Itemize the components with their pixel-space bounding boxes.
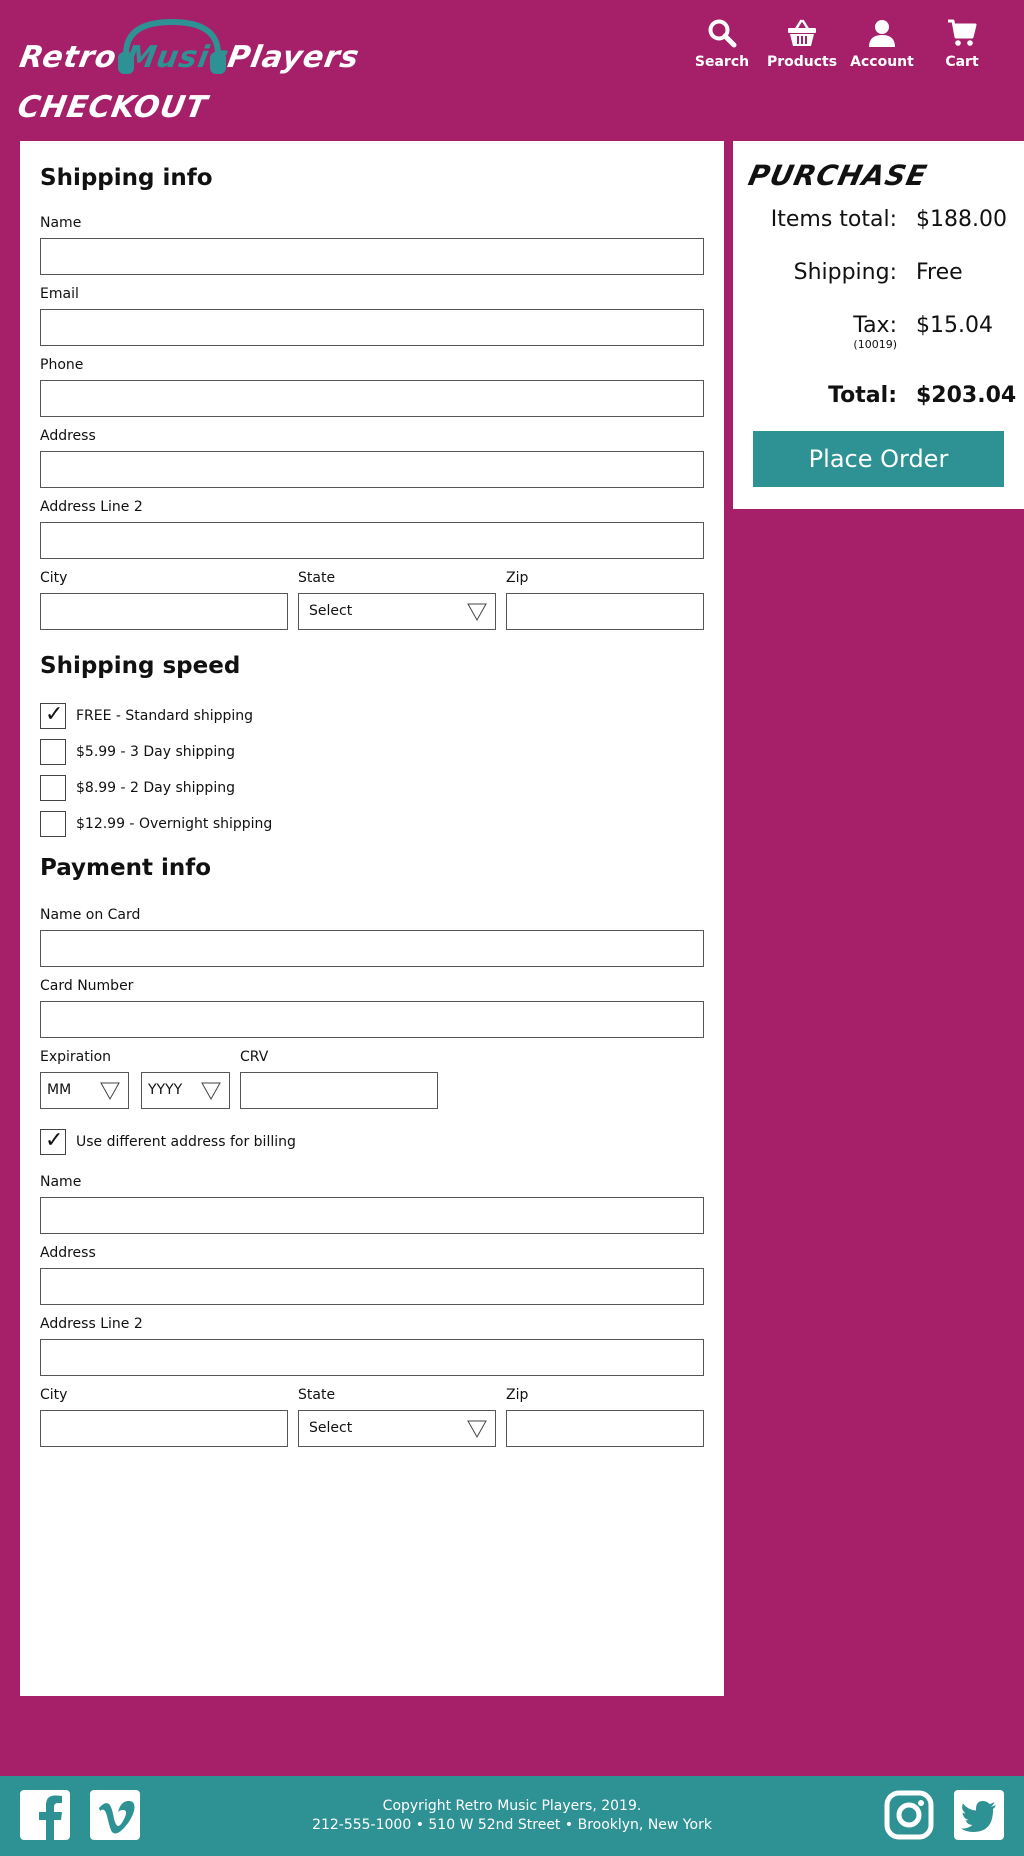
chevron-down-icon bbox=[201, 1082, 221, 1101]
billing-zip-input[interactable] bbox=[506, 1410, 704, 1447]
name-input[interactable] bbox=[40, 238, 704, 275]
year-select-value: YYYY bbox=[148, 1082, 183, 1098]
chevron-down-icon bbox=[100, 1082, 120, 1101]
billing-name-label: Name bbox=[40, 1174, 82, 1190]
billing-address-line2-label: Address Line 2 bbox=[40, 1316, 143, 1332]
zip-input[interactable] bbox=[506, 593, 704, 630]
tax-label: Tax: bbox=[853, 313, 897, 338]
nav-label: Search bbox=[694, 54, 750, 70]
site-logo[interactable]: Retro Music Players bbox=[16, 14, 362, 75]
billing-name-input[interactable] bbox=[40, 1197, 704, 1234]
logo-text-retro: Retro bbox=[16, 40, 120, 75]
nav-products[interactable]: Products bbox=[762, 18, 842, 70]
logo-text-players: Players bbox=[224, 40, 363, 75]
user-icon bbox=[869, 20, 895, 47]
shipping-option-checkbox[interactable]: ✓ bbox=[40, 702, 66, 729]
items-total-label: Items total: bbox=[770, 207, 897, 232]
shipping-option-checkbox[interactable] bbox=[40, 739, 66, 765]
site-footer: Copyright Retro Music Players, 2019. 212… bbox=[0, 1776, 1024, 1856]
place-order-button[interactable]: Place Order bbox=[753, 431, 1004, 487]
billing-address-label: Use different address for billing bbox=[76, 1134, 296, 1150]
billing-address-line2-input[interactable] bbox=[40, 1339, 704, 1376]
tax-value: $15.04 bbox=[916, 313, 993, 338]
address-input[interactable] bbox=[40, 451, 704, 488]
nav-label: Products bbox=[766, 54, 838, 70]
nav-search[interactable]: Search bbox=[682, 18, 762, 70]
billing-city-label: City bbox=[40, 1387, 68, 1403]
shipping-option-checkbox[interactable] bbox=[40, 811, 66, 837]
site-header: Retro Music Players Search Products Acco… bbox=[0, 0, 1024, 140]
expiration-year-select[interactable]: YYYY bbox=[141, 1072, 230, 1109]
purchase-summary: PURCHASE Items total: $188.00 Shipping: … bbox=[733, 141, 1024, 509]
shipping-option-label: $12.99 - Overnight shipping bbox=[76, 816, 273, 832]
nav-cart[interactable]: Cart bbox=[922, 18, 1002, 70]
address-line2-input[interactable] bbox=[40, 522, 704, 559]
billing-zip-label: Zip bbox=[506, 1387, 529, 1403]
expiration-month-select[interactable]: MM bbox=[40, 1072, 129, 1109]
expiration-label: Expiration bbox=[40, 1049, 112, 1065]
search-icon bbox=[708, 19, 737, 48]
tax-zip: (10019) bbox=[853, 338, 897, 351]
footer-contact: 212-555-1000 • 510 W 52nd Street • Brook… bbox=[312, 1817, 712, 1833]
phone-input[interactable] bbox=[40, 380, 704, 417]
billing-state-select-value: Select bbox=[309, 1420, 353, 1436]
total-value: $203.04 bbox=[916, 383, 1017, 408]
billing-address-checkbox[interactable]: ✓ bbox=[40, 1128, 66, 1155]
total-label: Total: bbox=[828, 383, 897, 408]
email-input[interactable] bbox=[40, 309, 704, 346]
card-number-label: Card Number bbox=[40, 978, 134, 994]
payment-info-heading: Payment info bbox=[40, 855, 212, 881]
billing-address-label: Address bbox=[40, 1245, 96, 1261]
name-label: Name bbox=[40, 215, 82, 231]
month-select-value: MM bbox=[47, 1082, 72, 1098]
billing-state-select[interactable]: Select bbox=[298, 1410, 496, 1447]
crv-label: CRV bbox=[240, 1049, 269, 1065]
crv-input[interactable] bbox=[240, 1072, 438, 1109]
billing-state-label: State bbox=[298, 1387, 336, 1403]
shipping-speed-heading: Shipping speed bbox=[40, 653, 241, 679]
main-nav: Search Products Account Cart bbox=[682, 18, 1002, 70]
billing-address-input[interactable] bbox=[40, 1268, 704, 1305]
nav-label: Cart bbox=[945, 54, 979, 70]
email-label: Email bbox=[40, 286, 79, 302]
basket-icon bbox=[788, 19, 816, 46]
chevron-down-icon bbox=[467, 1420, 487, 1439]
checkmark-icon: ✓ bbox=[45, 702, 64, 727]
address-line2-label: Address Line 2 bbox=[40, 499, 143, 515]
city-input[interactable] bbox=[40, 593, 288, 630]
state-select-value: Select bbox=[309, 603, 353, 619]
cart-icon bbox=[948, 19, 977, 46]
address-label: Address bbox=[40, 428, 96, 444]
footer-copyright: Copyright Retro Music Players, 2019. bbox=[382, 1798, 642, 1814]
chevron-down-icon bbox=[467, 603, 487, 622]
shipping-option-label: $5.99 - 3 Day shipping bbox=[76, 744, 235, 760]
shipping-option-checkbox[interactable] bbox=[40, 775, 66, 801]
nav-label: Account bbox=[850, 54, 914, 70]
name-on-card-label: Name on Card bbox=[40, 907, 141, 923]
phone-label: Phone bbox=[40, 357, 84, 373]
page-title: CHECKOUT bbox=[14, 90, 211, 125]
name-on-card-input[interactable] bbox=[40, 930, 704, 967]
shipping-info-heading: Shipping info bbox=[40, 165, 213, 191]
checkout-form: Shipping info Name Email Phone Address A… bbox=[20, 141, 724, 1696]
items-total-value: $188.00 bbox=[916, 207, 1007, 232]
card-number-input[interactable] bbox=[40, 1001, 704, 1038]
nav-account[interactable]: Account bbox=[842, 18, 922, 70]
purchase-heading: PURCHASE bbox=[745, 159, 931, 192]
shipping-option-label: FREE - Standard shipping bbox=[76, 708, 254, 724]
city-label: City bbox=[40, 570, 68, 586]
shipping-cost-label: Shipping: bbox=[793, 260, 897, 285]
shipping-option-label: $8.99 - 2 Day shipping bbox=[76, 780, 235, 796]
shipping-cost-value: Free bbox=[916, 260, 963, 285]
billing-city-input[interactable] bbox=[40, 1410, 288, 1447]
checkmark-icon: ✓ bbox=[45, 1128, 64, 1153]
logo-text-music: Music bbox=[122, 40, 232, 75]
state-label: State bbox=[298, 570, 336, 586]
state-select[interactable]: Select bbox=[298, 593, 496, 630]
zip-label: Zip bbox=[506, 570, 529, 586]
